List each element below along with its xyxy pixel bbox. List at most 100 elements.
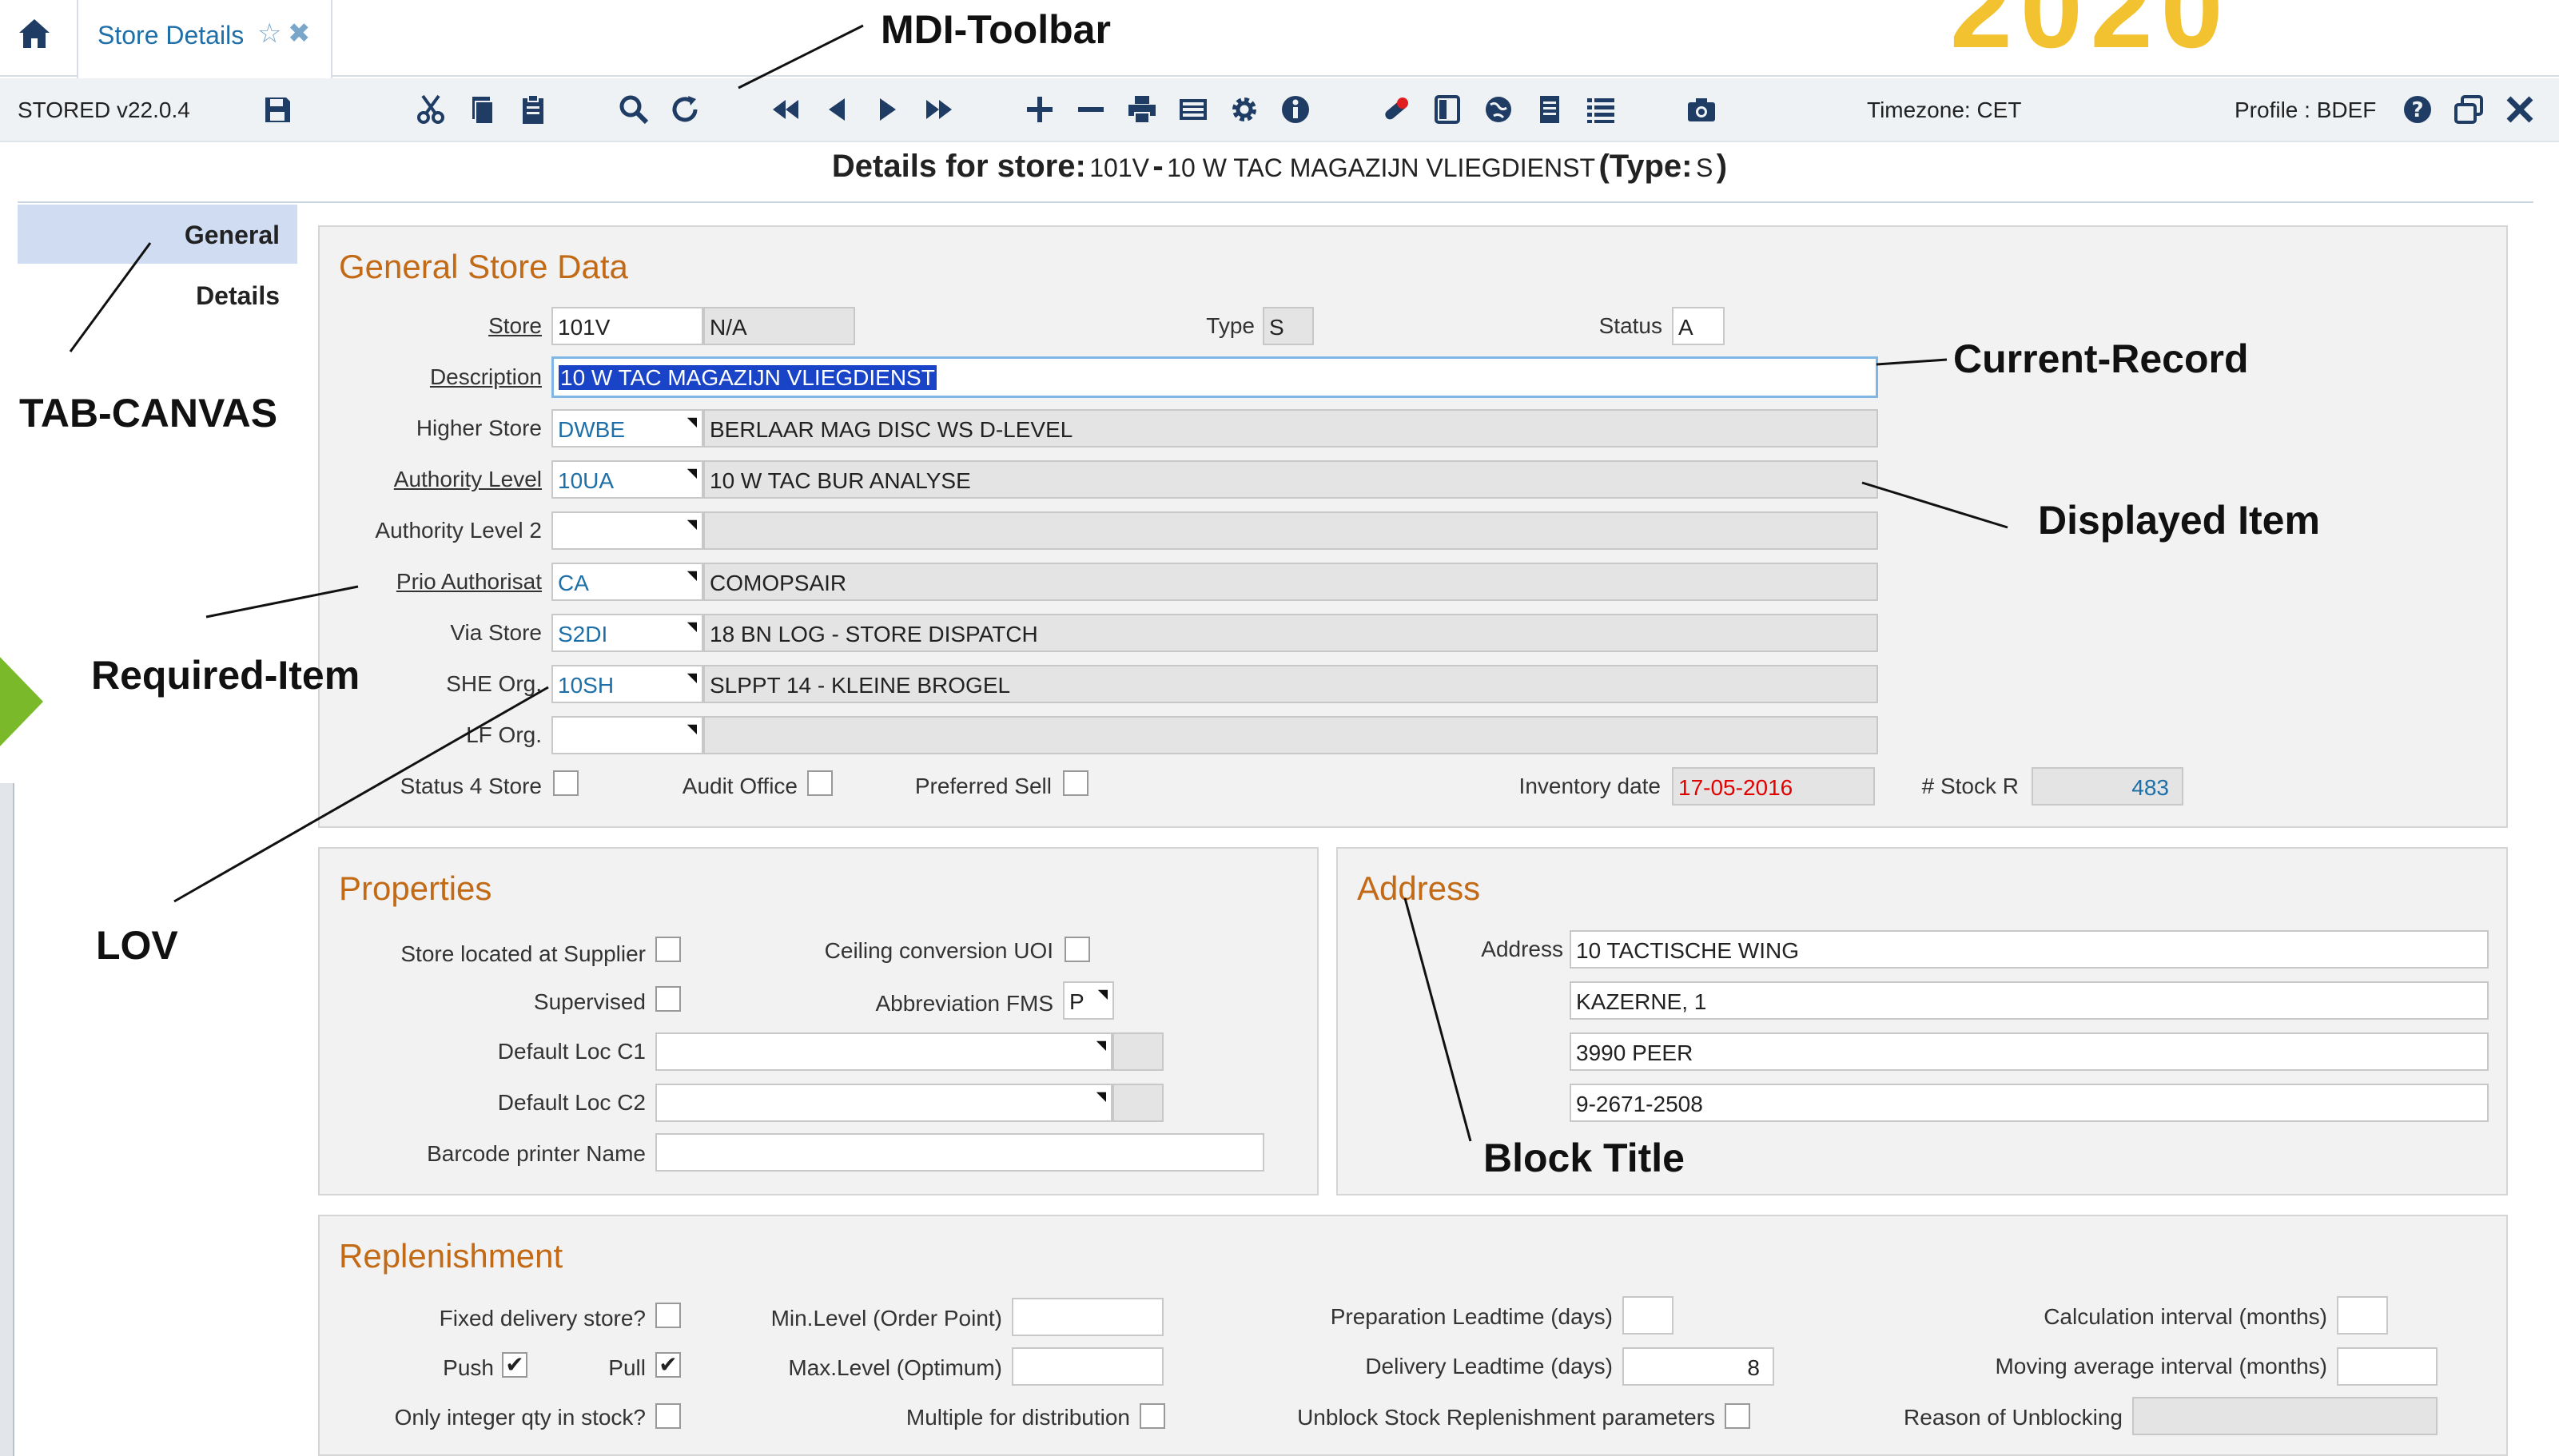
lf-org-lov[interactable]: ◥ bbox=[551, 716, 703, 754]
barcode-printer-label: Barcode printer Name bbox=[427, 1141, 646, 1166]
annotation-current-record: Current-Record bbox=[1953, 336, 2249, 381]
higher-store-lov[interactable]: DWBE ◥ bbox=[551, 409, 703, 448]
audit-office-checkbox[interactable] bbox=[807, 770, 833, 796]
next-record-icon[interactable] bbox=[868, 90, 908, 129]
page-title-dash: - bbox=[1152, 149, 1164, 184]
lov-indicator-icon[interactable]: ◥ bbox=[687, 465, 697, 481]
add-record-icon[interactable] bbox=[1020, 90, 1060, 129]
stock-r-field: 483 bbox=[2032, 767, 2183, 806]
fixed-delivery-checkbox[interactable] bbox=[655, 1303, 681, 1328]
delivery-leadtime-field[interactable]: 8 bbox=[1622, 1347, 1774, 1386]
supervised-label: Supervised bbox=[533, 989, 646, 1014]
page-title-type-open: (Type: bbox=[1598, 149, 1693, 184]
unblock-checkbox[interactable] bbox=[1725, 1403, 1750, 1429]
panel-icon[interactable] bbox=[1427, 90, 1467, 129]
tab-details[interactable]: Details bbox=[18, 265, 297, 324]
lov-indicator-icon[interactable]: ◥ bbox=[1096, 1037, 1106, 1053]
info-icon[interactable] bbox=[1276, 90, 1315, 129]
copy-icon[interactable] bbox=[462, 90, 502, 129]
ceiling-conversion-checkbox[interactable] bbox=[1065, 937, 1090, 962]
authority-level2-lov[interactable]: ◥ bbox=[551, 511, 703, 550]
address-line1-field[interactable]: 10 TACTISCHE WING bbox=[1570, 930, 2489, 969]
store-field[interactable]: 101V bbox=[551, 307, 703, 345]
min-level-field[interactable] bbox=[1012, 1298, 1164, 1336]
lov-indicator-icon[interactable]: ◥ bbox=[1096, 1088, 1106, 1104]
default-loc-c2-lov[interactable]: ◥ bbox=[655, 1084, 1112, 1122]
prio-authorisat-lov[interactable]: CA ◥ bbox=[551, 563, 703, 601]
lov-indicator-icon[interactable]: ◥ bbox=[687, 516, 697, 532]
save-icon[interactable] bbox=[257, 90, 297, 129]
green-arrow-icon bbox=[0, 654, 43, 750]
store-label: Store bbox=[488, 313, 542, 338]
mdi-tab-bar: Store Details ☆ ✖ 2020 bbox=[0, 0, 2559, 78]
status4store-label: Status 4 Store bbox=[400, 774, 542, 798]
default-loc-c1-lov[interactable]: ◥ bbox=[655, 1032, 1112, 1071]
attachment-icon[interactable] bbox=[1376, 90, 1416, 129]
paste-icon[interactable] bbox=[513, 90, 553, 129]
tab-close-icon[interactable]: ✖ bbox=[288, 18, 311, 50]
calculation-interval-field[interactable] bbox=[2337, 1296, 2388, 1335]
via-store-name: 18 BN LOG - STORE DISPATCH bbox=[703, 614, 1878, 652]
supervised-checkbox[interactable] bbox=[655, 986, 681, 1012]
document-icon[interactable] bbox=[1530, 90, 1570, 129]
lov-indicator-icon[interactable]: ◥ bbox=[687, 619, 697, 635]
profile-label: Profile : BDEF bbox=[2235, 97, 2377, 122]
mdi-toolbar: STORED v22.0.4 Timezone: CET Profile: B… bbox=[0, 78, 2559, 142]
located-at-supplier-checkbox[interactable] bbox=[655, 937, 681, 962]
favorite-star-icon[interactable]: ☆ bbox=[257, 18, 281, 50]
globe-icon[interactable] bbox=[1478, 90, 1518, 129]
tab-store-details[interactable]: Store Details ☆ ✖ bbox=[77, 0, 332, 78]
default-loc-c2-label: Default Loc C2 bbox=[497, 1090, 646, 1115]
first-record-icon[interactable] bbox=[766, 90, 806, 129]
annotation-required-item: Required-Item bbox=[91, 653, 360, 698]
multiple-distribution-label: Multiple for distribution bbox=[905, 1405, 1130, 1430]
address-line3-field[interactable]: 3990 PEER bbox=[1570, 1032, 2489, 1071]
moving-average-field[interactable] bbox=[2337, 1347, 2438, 1386]
lov-indicator-icon[interactable]: ◥ bbox=[1098, 986, 1108, 1002]
lf-org-label: LF Org. bbox=[466, 722, 542, 747]
print-icon[interactable] bbox=[1122, 90, 1162, 129]
cut-icon[interactable] bbox=[411, 90, 451, 129]
multiple-distribution-checkbox[interactable] bbox=[1140, 1403, 1165, 1429]
address-line4-field[interactable]: 9-2671-2508 bbox=[1570, 1084, 2489, 1122]
push-checkbox[interactable]: ✔ bbox=[502, 1352, 527, 1378]
prio-code: CA bbox=[558, 571, 589, 595]
search-icon[interactable] bbox=[614, 90, 654, 129]
lov-indicator-icon[interactable]: ◥ bbox=[687, 721, 697, 737]
higher-store-code: DWBE bbox=[558, 417, 625, 442]
lov-indicator-icon[interactable]: ◥ bbox=[687, 670, 697, 686]
barcode-printer-field[interactable] bbox=[655, 1133, 1264, 1172]
pull-checkbox[interactable]: ✔ bbox=[655, 1352, 681, 1378]
preparation-leadtime-field[interactable] bbox=[1622, 1296, 1673, 1335]
status-field[interactable]: A bbox=[1672, 307, 1725, 345]
authority-level-lov[interactable]: 10UA ◥ bbox=[551, 460, 703, 499]
via-store-lov[interactable]: S2DI ◥ bbox=[551, 614, 703, 652]
store-na-field: N/A bbox=[703, 307, 855, 345]
status4store-checkbox[interactable] bbox=[553, 770, 579, 796]
camera-icon[interactable] bbox=[1681, 90, 1721, 129]
address-line2-field[interactable]: KAZERNE, 1 bbox=[1570, 981, 2489, 1020]
previous-record-icon[interactable] bbox=[817, 90, 857, 129]
lov-indicator-icon[interactable]: ◥ bbox=[687, 414, 697, 430]
close-icon[interactable] bbox=[2500, 90, 2540, 129]
svg-text:?: ? bbox=[2411, 98, 2423, 122]
home-icon[interactable] bbox=[16, 16, 53, 53]
only-integer-checkbox[interactable] bbox=[655, 1403, 681, 1429]
remove-record-icon[interactable] bbox=[1071, 90, 1111, 129]
refresh-icon[interactable] bbox=[665, 90, 705, 129]
preferred-sell-checkbox[interactable] bbox=[1063, 770, 1088, 796]
abbreviation-fms-lov[interactable]: P ◥ bbox=[1063, 981, 1114, 1020]
tab-general[interactable]: General bbox=[18, 205, 297, 264]
last-record-icon[interactable] bbox=[919, 90, 959, 129]
max-level-field[interactable] bbox=[1012, 1347, 1164, 1386]
help-icon[interactable]: ? bbox=[2398, 90, 2438, 129]
she-org-lov[interactable]: 10SH ◥ bbox=[551, 665, 703, 703]
higher-store-name: BERLAAR MAG DISC WS D-LEVEL bbox=[703, 409, 1878, 448]
tab-label: Store Details bbox=[98, 21, 245, 50]
settings-icon[interactable] bbox=[1224, 90, 1264, 129]
lov-indicator-icon[interactable]: ◥ bbox=[687, 567, 697, 583]
description-field[interactable]: 10 W TAC MAGAZIJN VLIEGDIENST bbox=[551, 356, 1878, 398]
new-window-icon[interactable] bbox=[2449, 90, 2489, 129]
list-icon[interactable] bbox=[1581, 90, 1621, 129]
display-icon[interactable] bbox=[1173, 90, 1213, 129]
